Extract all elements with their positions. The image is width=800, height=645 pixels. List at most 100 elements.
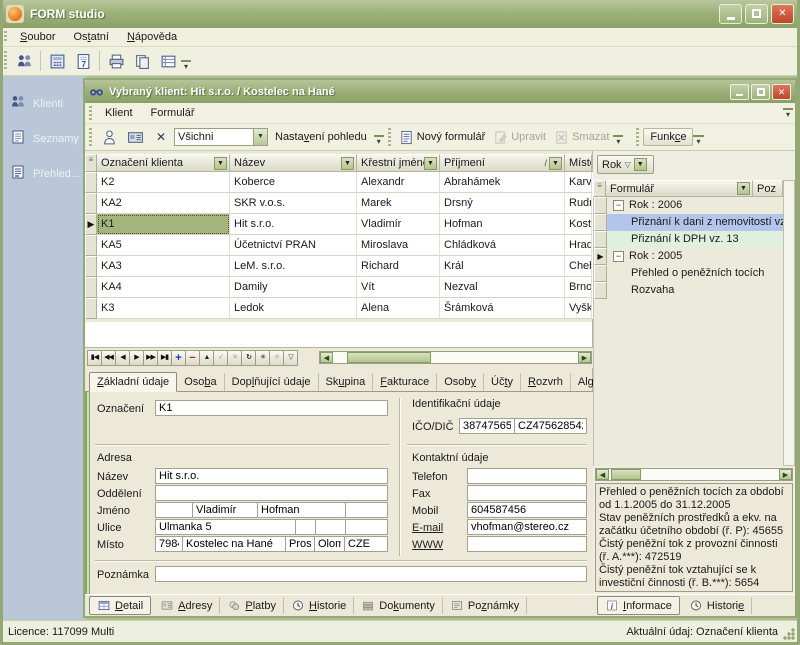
row-gutter-cell[interactable]: ▶: [85, 214, 97, 235]
person-icon[interactable]: [97, 125, 121, 149]
grid-cell[interactable]: Kost: [565, 214, 592, 235]
www-link-label[interactable]: WWW: [412, 539, 443, 551]
close-button[interactable]: ✕: [771, 4, 794, 24]
grid-cell[interactable]: Karv: [565, 172, 592, 193]
year-group-button[interactable]: Rok ▽ ▼: [597, 155, 654, 174]
ulice-field[interactable]: [155, 519, 296, 535]
ulice-cp-field[interactable]: [295, 519, 316, 535]
column-filter-icon[interactable]: ▼: [341, 157, 354, 170]
year-dropdown-icon[interactable]: ▼: [634, 158, 647, 171]
client-row-K3[interactable]: K3LedokAlenaŠrámkováVyšk: [85, 298, 593, 319]
okres-field[interactable]: [285, 536, 315, 552]
nav-prev-button[interactable]: ◀: [115, 350, 130, 366]
nav-edit-button[interactable]: ▲: [199, 350, 214, 366]
tree-row-rozvaha[interactable]: Rozvaha: [594, 282, 783, 299]
scroll-right-icon[interactable]: ▶: [578, 352, 591, 363]
nazev-field[interactable]: [155, 468, 388, 484]
nav-post-button[interactable]: ✓: [213, 350, 228, 366]
grid-cell[interactable]: Brno: [565, 277, 592, 298]
poz-column-header[interactable]: Poz: [753, 180, 783, 197]
client-row-KA3[interactable]: KA3LeM. s.r.o.RichardKrálCheb: [85, 256, 593, 277]
tree-row-rok-2005[interactable]: ▶−Rok : 2005: [594, 248, 783, 265]
column-filter-icon[interactable]: ▼: [549, 157, 562, 170]
grid-cell[interactable]: Ledok: [230, 298, 357, 319]
client-row-KA4[interactable]: KA4DamilyVítNezvalBrno: [85, 277, 593, 298]
grid-cell[interactable]: Nezval: [440, 277, 565, 298]
view-filter-combo[interactable]: Všichni ▼: [174, 128, 268, 146]
tab-fakturace[interactable]: Fakturace: [373, 373, 437, 391]
column-header-5[interactable]: Místo: [565, 154, 592, 172]
functions-button[interactable]: Funkce: [643, 128, 693, 146]
nav-bookmark-set-button[interactable]: ✳: [255, 350, 270, 366]
tree-row-label[interactable]: Přiznání k DPH vz. 13: [607, 231, 783, 248]
tree-row-label[interactable]: Přehled o peněžních tocích: [607, 265, 783, 282]
child-menu-overflow-icon[interactable]: ▾: [783, 108, 793, 120]
column-header-3[interactable]: Křestní jméno▼: [357, 154, 440, 172]
forms-hscrollbar[interactable]: ◀ ▶: [595, 468, 793, 481]
tree-row-gutter[interactable]: [594, 282, 607, 299]
row-gutter-cell[interactable]: [85, 193, 97, 214]
group2-grip[interactable]: [387, 128, 392, 146]
nav-first-button[interactable]: ▮◀: [87, 350, 102, 366]
column-header-4[interactable]: Příjmení/▼: [440, 154, 565, 172]
grid-cell[interactable]: KA4: [97, 277, 230, 298]
child-menu-item-Formulář[interactable]: Formulář: [142, 105, 204, 121]
fax-field[interactable]: [467, 485, 587, 501]
mobil-field[interactable]: [467, 502, 587, 518]
minimize-button[interactable]: [719, 4, 742, 24]
child-menubar-grip[interactable]: [88, 106, 93, 120]
grid-cell[interactable]: Drsný: [440, 193, 565, 214]
tab-z-kladn-daje[interactable]: Základní údaje: [89, 372, 177, 392]
tab-historie[interactable]: Historie: [682, 597, 752, 614]
nav-cancel-button[interactable]: ✕: [227, 350, 242, 366]
telefon-field[interactable]: [467, 468, 587, 484]
tree-row-p-izn-n-k-dph-vz-13[interactable]: Přiznání k DPH vz. 13: [594, 231, 783, 248]
clients-icon[interactable]: [12, 49, 36, 73]
printer-icon[interactable]: [104, 49, 128, 73]
grid-cell[interactable]: Koberce: [230, 172, 357, 193]
column-filter-icon[interactable]: ▼: [424, 157, 437, 170]
client-row-KA5[interactable]: KA5Účetnictví PRANMiroslavaChládkováHrad: [85, 235, 593, 256]
tab-platby[interactable]: Platby: [220, 597, 284, 614]
tree-row-rok-2006[interactable]: −Rok : 2006: [594, 197, 783, 214]
grid-cell[interactable]: Hrad: [565, 235, 592, 256]
tab--ty[interactable]: Účty: [484, 373, 521, 391]
first-name-field[interactable]: [192, 502, 258, 518]
www-field[interactable]: [467, 536, 587, 552]
tree-row-gutter[interactable]: [594, 214, 607, 231]
tree-row-label[interactable]: Rozvaha: [607, 282, 783, 299]
nav-bookmark-goto-button[interactable]: ✳: [269, 350, 284, 366]
grid-cell[interactable]: Hit s.r.o.: [230, 214, 357, 235]
grid-cell[interactable]: K1: [97, 214, 230, 235]
nav-next-button[interactable]: ▶: [129, 350, 144, 366]
menu-item-Ostatní[interactable]: Ostatní: [64, 29, 117, 45]
funkce-overflow-icon[interactable]: ▾: [693, 135, 703, 147]
tab-informace[interactable]: iInformace: [597, 596, 680, 615]
sidebar-item-seznamy[interactable]: Seznamy: [0, 125, 86, 152]
view-settings-button[interactable]: Nastavení pohledu: [268, 128, 374, 146]
row-gutter-cell[interactable]: [85, 298, 97, 319]
nav-filter-button[interactable]: ▽: [283, 350, 298, 366]
nav-insert-button[interactable]: +: [171, 350, 186, 366]
grid-cell[interactable]: Abrahámek: [440, 172, 565, 193]
sidebar-item-pehled[interactable]: Přehled...: [0, 160, 86, 187]
column-filter-icon[interactable]: ▼: [214, 157, 227, 170]
combo-dropdown-icon[interactable]: ▼: [253, 129, 267, 145]
row-gutter-cell[interactable]: [85, 235, 97, 256]
grid-cell[interactable]: KA3: [97, 256, 230, 277]
grid-cell[interactable]: Účetnictví PRAN: [230, 235, 357, 256]
tab-osoba[interactable]: Osoba: [177, 373, 224, 391]
tab-rozvrh[interactable]: Rozvrh: [521, 373, 571, 391]
grid-cell[interactable]: KA5: [97, 235, 230, 256]
scroll-left-icon[interactable]: ◀: [596, 469, 609, 480]
grid-cell[interactable]: Vít: [357, 277, 440, 298]
nav-delete-button[interactable]: −: [185, 350, 200, 366]
grid-cell[interactable]: Vladimír: [357, 214, 440, 235]
email-field[interactable]: [467, 519, 587, 535]
row-gutter-cell[interactable]: [85, 172, 97, 193]
menubar-grip[interactable]: [3, 31, 8, 44]
tree-row-label[interactable]: −Rok : 2005: [607, 248, 783, 265]
address-card-icon[interactable]: [123, 125, 147, 149]
grid-cell[interactable]: Šrámková: [440, 298, 565, 319]
tree-row-gutter[interactable]: [594, 197, 607, 214]
